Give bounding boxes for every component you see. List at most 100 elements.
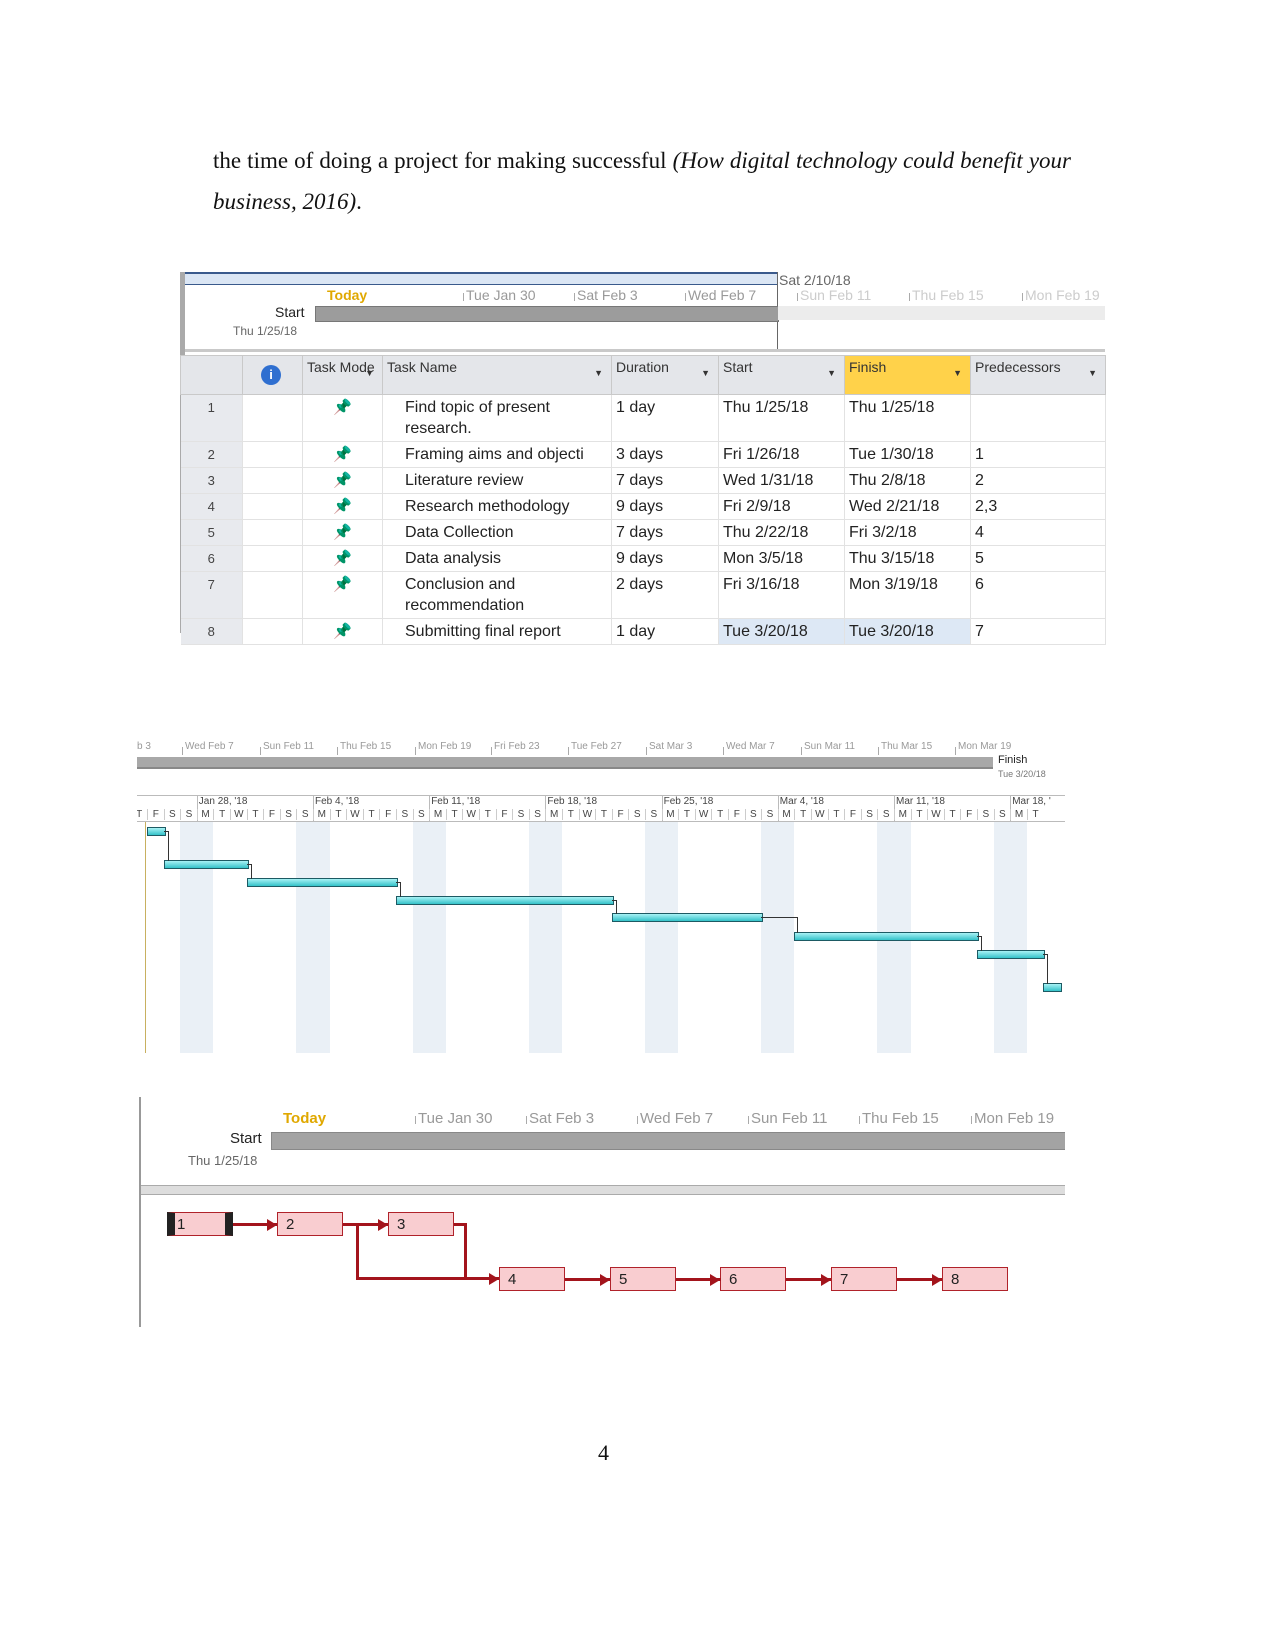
task-name-cell: Literature review: [382, 467, 612, 494]
paragraph-text: the time of doing a project for making s…: [213, 148, 673, 173]
finish-cell: Fri 3/2/18: [844, 519, 971, 546]
chevron-down-icon: ▼: [701, 368, 710, 378]
today-label: Today: [327, 287, 368, 303]
column-header[interactable]: Start ▼: [718, 355, 845, 395]
day-letter: F: [147, 809, 164, 820]
arrow-icon: [489, 1273, 499, 1285]
column-header[interactable]: Task Mode ▼: [302, 355, 383, 395]
divider: [185, 349, 1105, 352]
timeline-tick: [1022, 293, 1023, 301]
weekend-shading: [412, 818, 446, 1053]
timeline-tick: [637, 1116, 638, 1124]
chevron-down-icon: ▼: [365, 368, 374, 378]
day-letter: W: [927, 809, 944, 820]
weekend-shading: [528, 818, 562, 1053]
timeline-bar-faded: [778, 306, 1105, 320]
column-header[interactable]: Finish ▼: [844, 355, 971, 395]
pin-icon: 📌: [333, 498, 352, 515]
duration-cell: 7 days: [611, 467, 719, 494]
day-letter: W: [230, 809, 247, 820]
timeline-tick: [463, 293, 464, 301]
timeline-tick-label: Sat Feb 3: [529, 1110, 595, 1127]
task-name-cell: Data analysis: [382, 545, 612, 572]
weekend-shading: [296, 818, 330, 1053]
day-letter: T: [794, 809, 811, 820]
network-node: 3: [388, 1212, 454, 1236]
day-letter: T: [943, 809, 961, 820]
task-name-cell: Find topic of present research.: [382, 394, 612, 442]
today-label: Today: [283, 1110, 327, 1127]
day-letter: M: [894, 809, 911, 820]
arrow-icon: [821, 1274, 831, 1286]
network-node: 6: [720, 1267, 786, 1291]
gantt-bar: [396, 896, 614, 905]
week-label: Feb 18, '18: [547, 796, 598, 807]
day-letter: F: [960, 809, 977, 820]
table-row: 3 📌 Literature review 7 days Wed 1/31/18 Thu …: [180, 467, 1106, 494]
chevron-down-icon: ▼: [953, 368, 962, 378]
week-label: Mar 11, '18: [896, 796, 945, 807]
start-cell: Fri 1/26/18: [718, 441, 845, 468]
day-letter: M: [196, 809, 214, 820]
day-letter: S: [993, 809, 1011, 820]
network-diagram-screenshot: Today Tue Jan 30 Sat Feb 3 Wed Feb 7 Sun Fe…: [139, 1097, 1065, 1327]
indicator-cell: [242, 545, 303, 572]
day-letter: T: [678, 809, 695, 820]
day-letter: F: [611, 809, 629, 820]
indicator-cell: [242, 467, 303, 494]
row-id: 7: [180, 571, 243, 619]
chevron-down-icon: ▼: [827, 368, 836, 378]
day-letter: S: [977, 809, 994, 820]
day-letter: T: [246, 809, 264, 820]
dependency-link: [396, 882, 401, 897]
day-letter: F: [263, 809, 280, 820]
gantt-area: Jan 28, '18 Feb 4, '18 Feb 11, '18 Feb 18, …: [137, 738, 1065, 1053]
week-label: Mar 4, '18: [779, 796, 824, 807]
network-link: [464, 1223, 467, 1279]
timeline-tick-label: Mon Feb 19: [974, 1110, 1055, 1127]
start-cell: Wed 1/31/18: [718, 467, 845, 494]
finish-cell: Thu 1/25/18: [844, 394, 971, 442]
column-header[interactable]: Predecessors ▼: [970, 355, 1106, 395]
row-id: 6: [180, 545, 243, 572]
task-mode-cell: 📌: [302, 545, 383, 572]
duration-cell: 3 days: [611, 441, 719, 468]
weekend-shading: [645, 818, 679, 1053]
paragraph-end: .: [356, 189, 362, 214]
timeline-tick-label: Sat Feb 3: [577, 287, 638, 303]
column-header[interactable]: Task Name ▼: [382, 355, 612, 395]
day-letter: W: [346, 809, 363, 820]
duration-cell: 9 days: [611, 493, 719, 520]
column-header[interactable]: Duration ▼: [611, 355, 719, 395]
column-header-label: Task Name: [387, 359, 458, 375]
day-letter: S: [396, 809, 413, 820]
row-id: 4: [180, 493, 243, 520]
finish-cell: Mon 3/19/18: [844, 571, 971, 619]
day-letter: T: [329, 809, 347, 820]
column-header-label: Start: [723, 359, 753, 375]
predecessors-cell: 2,3: [970, 493, 1106, 520]
start-date: Thu 1/25/18: [188, 1153, 258, 1168]
finish-cell: Tue 3/20/18: [844, 618, 971, 645]
info-icon: i: [261, 365, 281, 385]
indicator-cell: [242, 441, 303, 468]
duration-cell: 2 days: [611, 571, 719, 619]
start-date: Thu 1/25/18: [233, 324, 298, 338]
header-row: i Task Mode ▼ Task Name ▼ Duration ▼ Start ▼ Fini…: [180, 355, 1106, 395]
day-letter: S: [528, 809, 546, 820]
timeline-header-band: [185, 272, 777, 285]
column-header: i: [242, 355, 303, 395]
day-letter: T: [562, 809, 579, 820]
duration-cell: 1 day: [611, 618, 719, 645]
dependency-link: [1043, 954, 1049, 984]
day-letter: T: [479, 809, 496, 820]
day-letter: S: [512, 809, 529, 820]
week-label: Mar 18, ': [1012, 796, 1051, 807]
dependency-link: [611, 900, 617, 914]
column-header-label: Duration: [616, 359, 669, 375]
day-letter: S: [412, 809, 430, 820]
start-cell: Mon 3/5/18: [718, 545, 845, 572]
day-letter: T: [827, 809, 845, 820]
timeline-tick: [685, 293, 686, 301]
timeline-tick-label: Wed Feb 7: [688, 287, 757, 303]
